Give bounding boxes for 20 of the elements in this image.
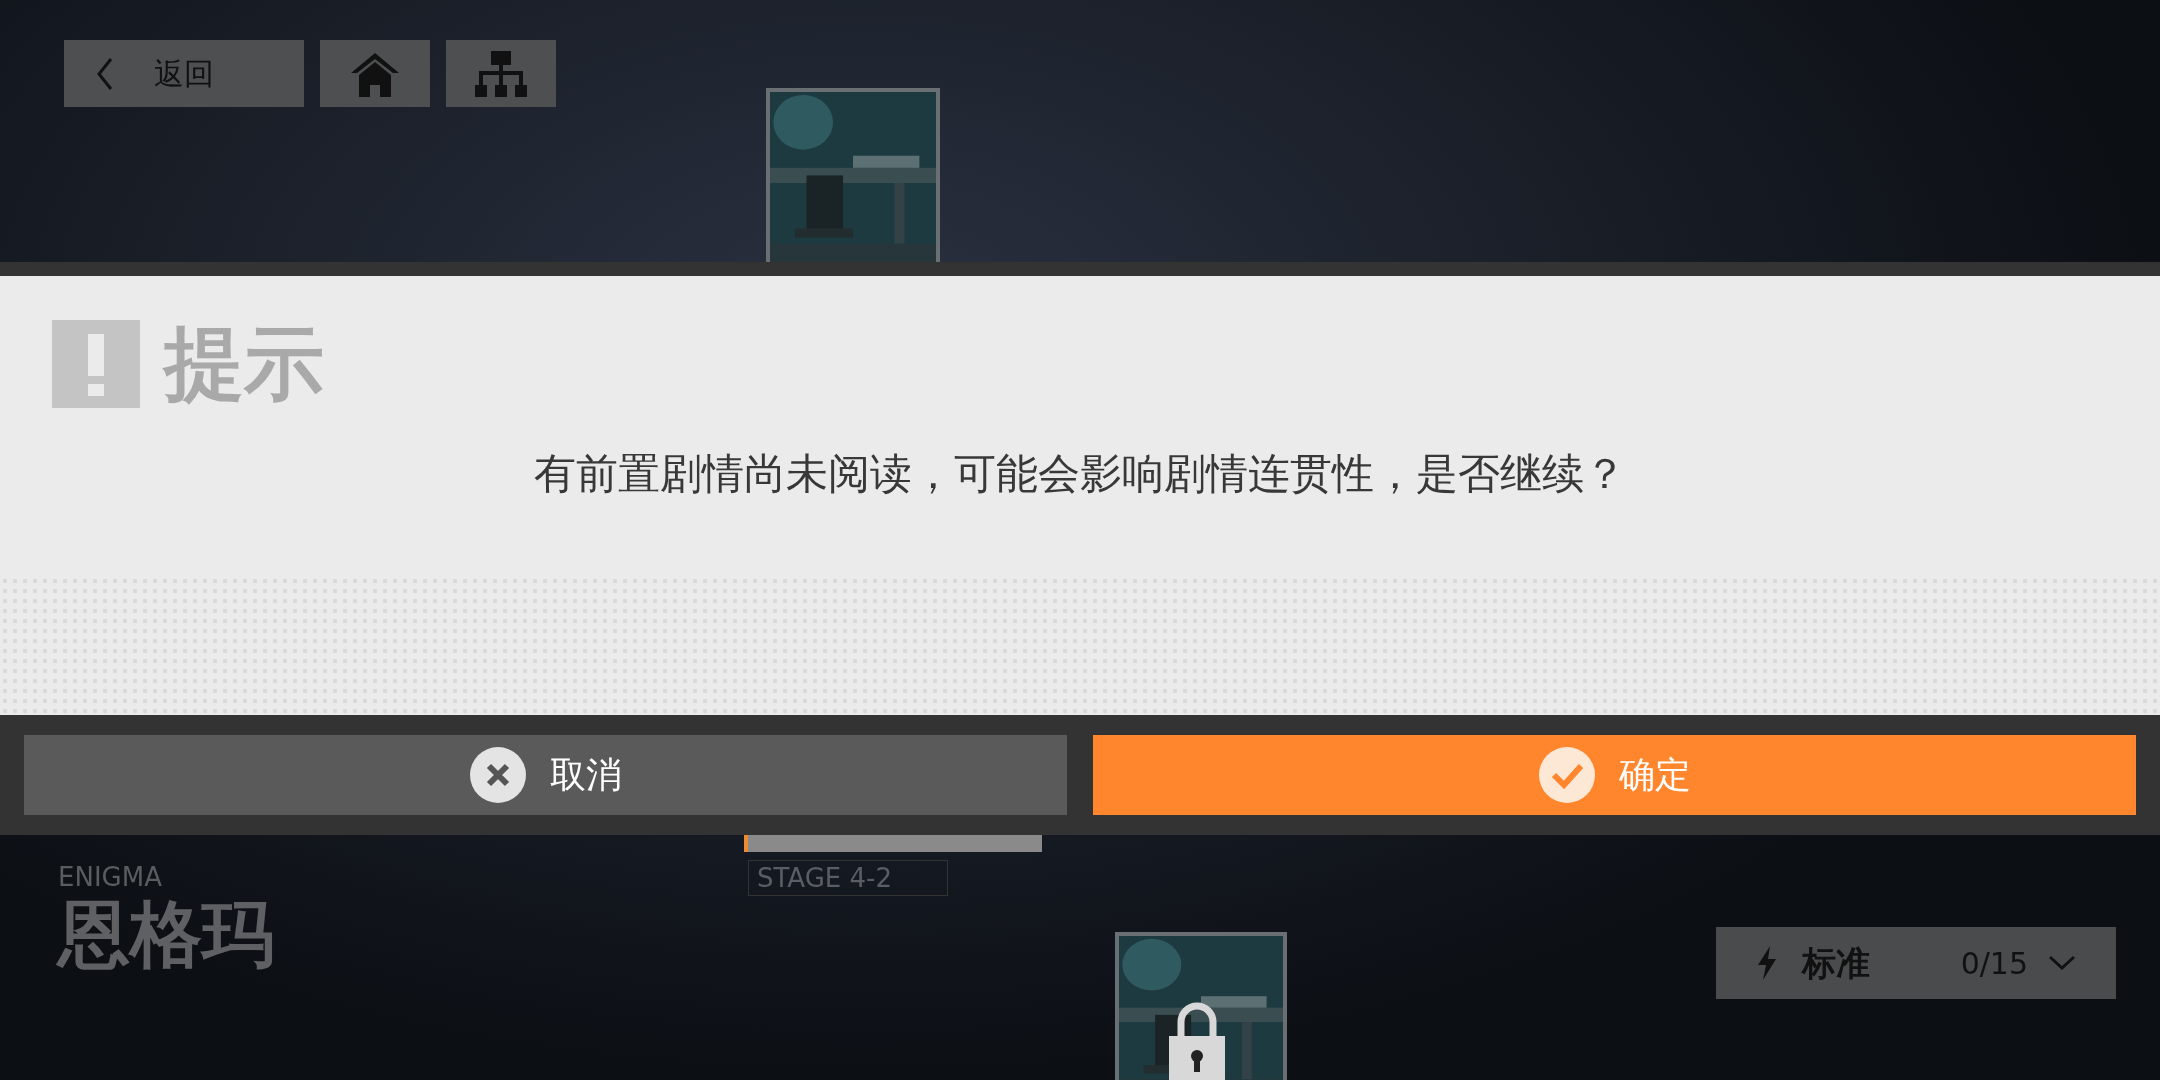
tree-button[interactable] [446, 40, 556, 107]
home-icon [349, 50, 401, 97]
difficulty-dropdown[interactable]: 标准 0/15 [1716, 927, 2116, 999]
chapter-subtitle: ENIGMA [58, 862, 163, 892]
cancel-button[interactable]: 取消 [24, 735, 1067, 815]
back-button[interactable]: 返回 [64, 40, 304, 107]
close-icon [469, 747, 526, 803]
dialog-message: 有前置剧情尚未阅读，可能会影响剧情连贯性，是否继续？ [533, 448, 1627, 500]
chapter-title: 恩格玛 [58, 892, 274, 976]
exclamation-icon [52, 320, 140, 408]
dialog-title: 提示 [164, 316, 324, 412]
back-chevron-icon [96, 56, 114, 91]
chevron-down-icon [2048, 955, 2076, 971]
check-icon [1538, 747, 1595, 803]
home-button[interactable] [320, 40, 430, 107]
lightning-icon [1756, 946, 1778, 980]
confirm-button[interactable]: 确定 [1093, 735, 2136, 815]
hierarchy-icon [475, 50, 527, 97]
stamina-count: 0/15 [1960, 944, 2028, 983]
stage-label: STAGE 4-2 [748, 860, 948, 896]
